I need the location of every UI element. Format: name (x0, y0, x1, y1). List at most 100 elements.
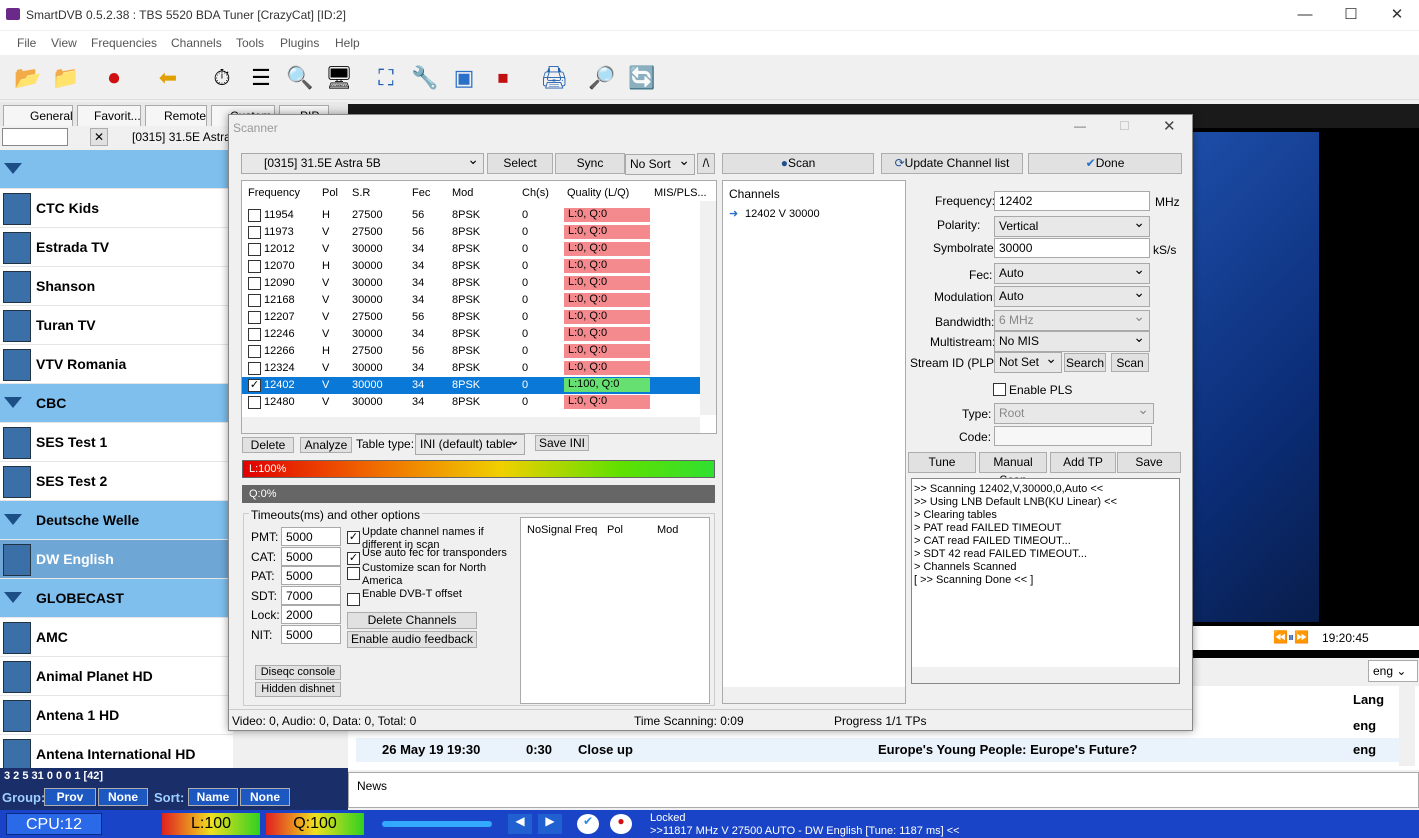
table-row[interactable]: 12012 V 30000 34 8PSK 0 L:0, Q:0 (242, 241, 700, 258)
fullscreen-icon[interactable]: ⛶ (370, 62, 402, 94)
column-header[interactable]: Ch(s) (522, 187, 549, 199)
table-row[interactable]: 12246 V 30000 34 8PSK 0 L:0, Q:0 (242, 326, 700, 343)
fec-select[interactable]: Auto (994, 262, 1150, 284)
expand-arrow-icon[interactable] (4, 163, 22, 174)
row-checkbox[interactable] (248, 362, 261, 375)
row-checkbox[interactable] (248, 243, 261, 256)
column-header[interactable]: Pol (322, 187, 338, 199)
group-select[interactable]: Prov (44, 788, 96, 806)
group-none[interactable]: None (98, 788, 148, 806)
option-checkbox[interactable] (347, 567, 360, 580)
table-row[interactable]: 12207 V 27500 56 8PSK 0 L:0, Q:0 (242, 309, 700, 326)
table-vscroll[interactable] (700, 201, 716, 415)
record-icon[interactable]: ⏺ (98, 62, 130, 94)
scan-button[interactable]: ●Scan (722, 153, 874, 174)
collapse-button[interactable]: /\ (697, 153, 715, 174)
column-header[interactable]: Mod (452, 187, 473, 199)
table-row[interactable]: 12070 H 30000 34 8PSK 0 L:0, Q:0 (242, 258, 700, 275)
row-checkbox[interactable] (248, 277, 261, 290)
option-checkbox[interactable] (347, 593, 360, 606)
multistream-select[interactable]: No MIS (994, 330, 1150, 352)
channel-row[interactable]: SES Test 1 (0, 423, 233, 462)
close-folder-icon[interactable]: 📁 (50, 62, 82, 94)
channel-row[interactable]: Estrada TV (0, 228, 233, 267)
print-icon[interactable]: 🖨 (538, 62, 570, 94)
timeout-input[interactable]: 5000 (281, 566, 341, 585)
column-header[interactable]: MIS/PLS... (654, 187, 707, 199)
refresh-icon[interactable]: 🔄 (626, 62, 658, 94)
polarity-select[interactable]: Vertical (994, 215, 1150, 237)
channel-row[interactable]: Animal Planet HD (0, 657, 233, 696)
channel-row[interactable]: AMC (0, 618, 233, 657)
row-checkbox[interactable] (248, 396, 261, 409)
manual-scan-button[interactable]: Manual Scan (979, 452, 1047, 487)
menu-frequencies[interactable]: Frequencies (91, 36, 157, 50)
stop-icon[interactable]: ⏹ (487, 62, 519, 94)
rec-icon[interactable]: ● (610, 814, 632, 834)
expand-arrow-icon[interactable] (4, 592, 22, 603)
maximize-icon[interactable]: ☐ (1328, 0, 1374, 30)
epg-lang-select[interactable]: eng ⌄ (1368, 660, 1418, 682)
row-checkbox[interactable] (248, 328, 261, 341)
sync-button[interactable]: Sync (555, 153, 625, 174)
channels-hscroll[interactable] (723, 687, 905, 703)
log-hscroll[interactable] (912, 667, 1179, 683)
column-header[interactable]: Frequency (248, 187, 300, 199)
scanner-close-icon[interactable]: ✕ (1163, 117, 1176, 135)
channel-row[interactable]: Antena International HD (0, 735, 233, 770)
option-checkbox[interactable]: ✓ (347, 531, 360, 544)
table-row[interactable]: 12266 H 27500 56 8PSK 0 L:0, Q:0 (242, 343, 700, 360)
table-hscroll[interactable] (242, 417, 700, 433)
table-row[interactable]: 11954 H 27500 56 8PSK 0 L:0, Q:0 (242, 207, 700, 224)
tune-button[interactable]: Tune (908, 452, 976, 473)
code-input[interactable] (994, 426, 1152, 446)
row-checkbox[interactable] (248, 311, 261, 324)
update-channel-list-button[interactable]: ⟳Update Channel list (881, 153, 1023, 174)
tools-icon[interactable]: 🔧 (409, 62, 441, 94)
column-header[interactable]: S.R (352, 187, 370, 199)
column-header[interactable]: Quality (L/Q) (567, 187, 629, 199)
menu-plugins[interactable]: Plugins (280, 36, 319, 50)
channel-row[interactable]: Turan TV (0, 306, 233, 345)
delete-channels-button[interactable]: Delete Channels (347, 612, 477, 629)
search-icon[interactable]: 🔎 (586, 62, 618, 94)
row-checkbox[interactable] (248, 226, 261, 239)
timeout-input[interactable]: 7000 (281, 585, 341, 605)
option-checkbox[interactable]: ✓ (347, 552, 360, 565)
open-folder-icon[interactable]: 📂 (12, 62, 44, 94)
channel-group[interactable]: CBC (0, 384, 233, 423)
channel-row[interactable]: Antena 1 HD (0, 696, 233, 735)
preview-icon[interactable]: 🔍 (284, 62, 316, 94)
volume-slider[interactable] (382, 821, 492, 827)
timer-icon[interactable]: ⏱ (206, 62, 238, 94)
close-icon[interactable]: ✕ (1374, 0, 1419, 30)
channel-row[interactable]: CTC Kids (0, 189, 233, 228)
audio-feedback-button[interactable]: Enable audio feedback (347, 631, 477, 648)
table-row[interactable]: 12480 V 30000 34 8PSK 0 L:0, Q:0 (242, 394, 700, 411)
type-select[interactable]: Root (994, 402, 1154, 424)
timeout-input[interactable]: 2000 (281, 605, 341, 624)
channel-row[interactable]: Shanson (0, 267, 233, 306)
select-button[interactable]: Select (487, 153, 553, 174)
list-icon[interactable]: ☰ (245, 62, 277, 94)
menu-channels[interactable]: Channels (171, 36, 222, 50)
play-controls-icon[interactable]: ⏪⏸⏩ (1273, 630, 1309, 645)
bandwidth-select[interactable]: 6 MHz (994, 309, 1150, 331)
enable-pls-checkbox[interactable] (993, 383, 1006, 396)
menu-tools[interactable]: Tools (236, 36, 264, 50)
expand-arrow-icon[interactable] (4, 514, 22, 525)
search-button[interactable]: Search (1064, 353, 1106, 372)
table-row[interactable]: ✓ 12402 V 30000 34 8PSK 0 L:100, Q:0 (242, 377, 700, 394)
save-ini-button[interactable]: Save INI (535, 435, 589, 451)
scanner-minimize-icon[interactable]: — (1074, 119, 1086, 133)
menu-help[interactable]: Help (335, 36, 360, 50)
add-tp-button[interactable]: Add TP (1050, 452, 1116, 473)
epg-scrollbar[interactable] (1399, 686, 1415, 766)
channel-group[interactable]: GLOBECAST (0, 579, 233, 618)
form-scan-button[interactable]: Scan (1111, 353, 1149, 372)
window-icon[interactable]: ▣ (448, 62, 480, 94)
diseqc-console-button[interactable]: Diseqc console (255, 665, 341, 680)
sort-select[interactable]: No Sort (625, 153, 695, 175)
channel-group[interactable]: Deutsche Welle (0, 501, 233, 540)
next-icon[interactable]: ▶ (538, 814, 562, 834)
